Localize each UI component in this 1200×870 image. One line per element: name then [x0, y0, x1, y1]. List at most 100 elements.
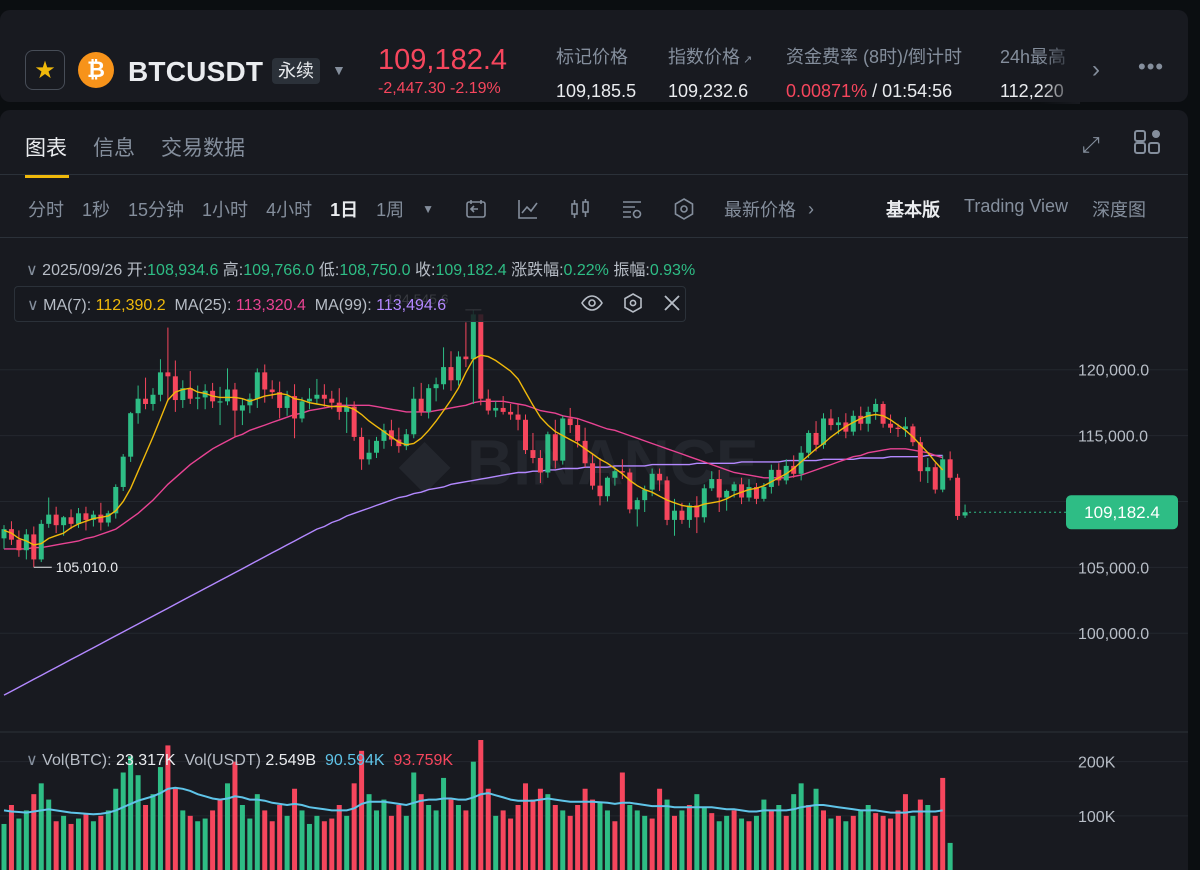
candle-body [150, 394, 156, 404]
candle-body [552, 434, 558, 461]
volume-bar [83, 813, 89, 870]
change-label: 涨跌幅: [511, 262, 564, 279]
candle-body [374, 440, 379, 453]
volume-bar [336, 805, 342, 870]
eye-icon[interactable] [580, 292, 604, 314]
volume-tick-label: 200K [1078, 755, 1116, 772]
candle-body [31, 534, 37, 560]
close-icon[interactable] [662, 292, 682, 314]
candle-body [813, 432, 819, 445]
volume-bar [530, 799, 536, 870]
settings-icon[interactable] [622, 292, 644, 314]
candle-body [604, 477, 610, 497]
min-price-label: 105,010.0 [56, 559, 118, 575]
candle-body [508, 411, 514, 415]
volume-legend: ∨ Vol(BTC): 23.317K Vol(USDT) 2.549B 90.… [26, 750, 453, 770]
volume-bar [277, 805, 283, 870]
volume-bar [925, 805, 931, 870]
candle-body [165, 372, 171, 377]
candle-body [724, 490, 730, 498]
stat-value: 0.00871% / 01:54:56 [786, 81, 953, 101]
candle-body [232, 389, 238, 411]
candle-body [411, 398, 417, 435]
ohlc-date: 2025/09/26 [42, 262, 123, 279]
candle-body [172, 376, 178, 401]
volume-bar [157, 767, 163, 870]
volume-bar [731, 810, 737, 870]
more-icon[interactable]: ••• [1138, 54, 1164, 80]
vol-usdt-label: Vol(USDT) [184, 752, 261, 769]
volume-bar [768, 810, 774, 870]
volume-bar [76, 818, 81, 870]
candle-body [68, 517, 74, 524]
candle-body [634, 500, 640, 510]
last-price: 109,182.4 [378, 44, 508, 76]
candle-body [947, 459, 953, 478]
candle-body [463, 356, 469, 360]
symbol-name[interactable]: BTCUSDT [128, 56, 263, 88]
stat-funding-rate: 资金费率 (8时)/倒计时 0.00871% / 01:54:56 [786, 43, 962, 102]
volume-bar [850, 815, 856, 870]
low-label: 低: [318, 262, 340, 279]
candle-body [582, 440, 588, 464]
btc-coin-icon: ₿ [78, 52, 114, 88]
volume-bar [254, 794, 260, 870]
candle-body [98, 514, 104, 523]
volume-bar [694, 794, 700, 870]
volume-bar [523, 783, 528, 870]
candle-body [567, 418, 573, 426]
volume-bar [515, 805, 521, 870]
volume-bar [724, 815, 730, 870]
candle-body [441, 367, 447, 385]
candle-body [701, 488, 707, 518]
volume-bar [299, 810, 305, 870]
volume-bar [709, 813, 715, 870]
volume-bar [90, 821, 96, 870]
candle-body [746, 486, 752, 498]
volume-bar [500, 810, 506, 870]
volume-bar [120, 772, 126, 870]
volume-bar [821, 810, 826, 870]
volume-bar [552, 805, 558, 870]
volume-bar [701, 807, 707, 870]
volume-bar [746, 821, 752, 870]
candle-body [359, 436, 365, 460]
candle-body [16, 539, 22, 551]
volume-bar [716, 821, 722, 870]
candle-body [254, 372, 260, 399]
volume-bar [940, 777, 946, 870]
chevron-down-icon[interactable]: ∨ [26, 262, 38, 279]
candle-body [306, 398, 312, 402]
ma25-label: MA(25): [174, 297, 232, 314]
volume-bar [895, 810, 901, 870]
ohlc-legend: ∨ 2025/09/26 开:108,934.6 高:109,766.0 低:1… [26, 256, 695, 280]
volume-tick-label: 100K [1078, 809, 1116, 826]
stat-index-price: 指数价格 ↗ 109,232.6 [668, 43, 752, 102]
stat-label: 标记价格 [556, 47, 628, 67]
volume-bar [31, 794, 37, 870]
candle-body [657, 473, 663, 481]
contract-type-badge: 永续 [272, 58, 320, 84]
volume-bar [679, 810, 685, 870]
change-value: 0.22% [563, 262, 609, 279]
volume-bar [306, 823, 312, 870]
candle-body [545, 434, 551, 473]
chevron-down-icon[interactable]: ∨ [27, 297, 39, 314]
volume-bar [247, 818, 253, 870]
volume-bar [314, 815, 320, 870]
volume-bar [739, 818, 745, 870]
candle-body [873, 403, 879, 412]
ma25-value: 113,320.4 [235, 297, 306, 314]
volume-bar [545, 794, 551, 870]
candle-body [120, 456, 126, 487]
chevron-down-icon[interactable]: ▼ [332, 62, 346, 78]
chevron-down-icon[interactable]: ∨ [26, 752, 38, 769]
favorite-star-icon[interactable]: ★ [25, 50, 65, 90]
candle-body [835, 422, 841, 426]
volume-bar [232, 761, 238, 870]
volume-bar [411, 772, 417, 870]
chevron-right-icon[interactable]: › [1092, 56, 1100, 84]
volume-bar [485, 788, 491, 870]
volume-bar [776, 805, 782, 870]
candle-body [426, 388, 432, 412]
